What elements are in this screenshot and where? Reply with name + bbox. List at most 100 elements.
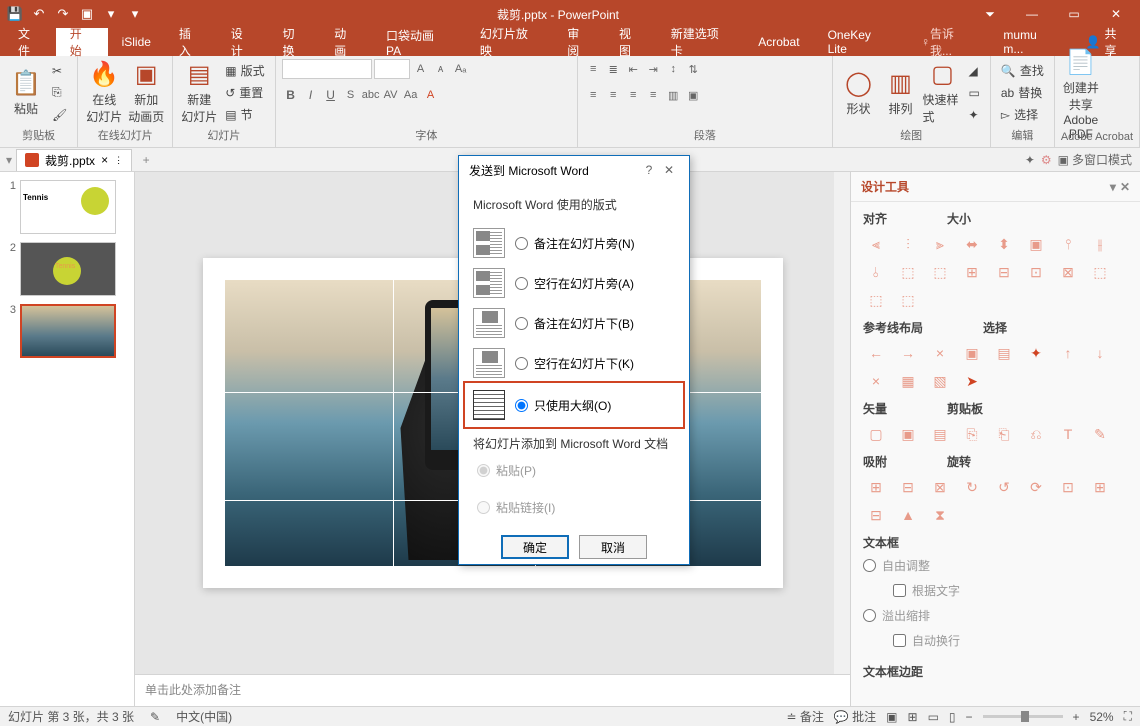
multiwindow-button[interactable]: ▣ 多窗口模式 <box>1058 151 1132 168</box>
gear-icon[interactable]: ⚙ <box>1041 153 1052 167</box>
select-icon[interactable]: ▧ <box>927 370 953 392</box>
vector-icon[interactable]: ▤ <box>927 423 953 445</box>
islide-extra-icon[interactable]: ✦ <box>1025 153 1035 167</box>
reset-button[interactable]: ↺ 重置 <box>221 83 268 103</box>
font-color-icon[interactable]: A <box>422 86 440 104</box>
font-size-input[interactable] <box>374 59 410 79</box>
guide-icon[interactable]: → <box>895 342 921 364</box>
tab-close-icon[interactable]: × <box>101 153 108 167</box>
snap-icon[interactable]: ⊡ <box>1055 476 1081 498</box>
guide-icon[interactable]: × <box>863 370 889 392</box>
zoom-in-icon[interactable]: + <box>1073 710 1080 724</box>
layout-option-blank-beside[interactable]: 空行在幻灯片旁(A) <box>473 263 675 303</box>
same-height-icon[interactable]: ⬍ <box>991 233 1017 255</box>
bullets-icon[interactable]: ≡ <box>584 60 602 78</box>
layout-button[interactable]: ▦ 版式 <box>221 61 268 81</box>
numbering-icon[interactable]: ≣ <box>604 60 622 78</box>
tab-insert[interactable]: 插入 <box>165 28 217 56</box>
paste-link-radio[interactable]: 粘贴链接(I) <box>477 499 555 516</box>
layout-option-notes-beside[interactable]: 备注在幻灯片旁(N) <box>473 223 675 263</box>
tab-newtab[interactable]: 新建选项卡 <box>657 28 744 56</box>
tab-animations[interactable]: 动画 <box>320 28 372 56</box>
columns-icon[interactable]: ▥ <box>664 86 682 104</box>
zoom-slider[interactable] <box>983 715 1063 718</box>
case-icon[interactable]: Aa <box>402 86 420 104</box>
grid-icon[interactable]: ⊞ <box>959 261 985 283</box>
tab-home[interactable]: 开始 <box>56 28 108 56</box>
shape-outline-icon[interactable]: ▭ <box>965 83 984 103</box>
align-ico[interactable]: ⬚ <box>895 289 921 311</box>
replace-button[interactable]: ab 替换 <box>997 83 1048 103</box>
textbox-overflow-radio[interactable]: 溢出缩排 <box>863 607 1128 624</box>
snap-icon[interactable]: ⊟ <box>895 476 921 498</box>
align-middle-icon[interactable]: ⫲ <box>1087 233 1113 255</box>
guide-icon[interactable]: ↑ <box>1055 342 1081 364</box>
underline-icon[interactable]: U <box>322 86 340 104</box>
tab-review[interactable]: 审阅 <box>553 28 605 56</box>
align-center-icon[interactable]: ≡ <box>604 86 622 104</box>
ok-button[interactable]: 确定 <box>501 535 569 559</box>
normal-view-icon[interactable]: ▣ <box>886 710 897 724</box>
create-pdf-button[interactable]: 📄创建并共享 Adobe PDF <box>1061 62 1101 128</box>
user-account[interactable]: mumu m... <box>989 28 1073 56</box>
shadow-icon[interactable]: abc <box>362 86 380 104</box>
layout-option-notes-below[interactable]: 备注在幻灯片下(B) <box>473 303 675 343</box>
panel-close-icon[interactable]: ✕ <box>1120 180 1130 194</box>
align-ico[interactable]: ⬚ <box>863 289 889 311</box>
smartart-icon[interactable]: ▣ <box>684 86 702 104</box>
rotate-icon[interactable]: ↺ <box>991 476 1017 498</box>
snap-icon[interactable]: ⊠ <box>927 476 953 498</box>
new-anim-button[interactable]: ▣新加 动画页 <box>126 60 166 126</box>
strike-icon[interactable]: S <box>342 86 360 104</box>
clear-format-icon[interactable]: Aₐ <box>452 60 470 78</box>
tab-file[interactable]: 文件 <box>4 28 56 56</box>
tell-me[interactable]: ♀ 告诉我... <box>907 28 989 56</box>
guide-icon[interactable]: ↓ <box>1087 342 1113 364</box>
tab-slideshow[interactable]: 幻灯片放映 <box>466 28 553 56</box>
clip-icon[interactable]: ⎘ <box>959 423 985 445</box>
tab-view[interactable]: 视图 <box>605 28 657 56</box>
snap-icon[interactable]: ⊟ <box>863 504 889 526</box>
dialog-help-icon[interactable]: ? <box>639 163 659 177</box>
align-right-icon[interactable]: ⫸ <box>927 233 953 255</box>
align-ico[interactable]: ⊡ <box>1023 261 1049 283</box>
thumbnail-2[interactable]: 2 Tennis <box>4 242 130 296</box>
align-bottom-icon[interactable]: ⫰ <box>863 261 889 283</box>
undo-icon[interactable]: ↶ <box>28 3 50 25</box>
shape-fill-icon[interactable]: ◢ <box>965 61 984 81</box>
qat-extra-icon[interactable]: ▾ <box>124 3 146 25</box>
clip-icon[interactable]: ⎌ <box>1023 423 1049 445</box>
rotate-icon[interactable]: ↻ <box>959 476 985 498</box>
dist-v-icon[interactable]: ⬚ <box>927 261 953 283</box>
select-button[interactable]: ▻ 选择 <box>997 105 1048 125</box>
bold-icon[interactable]: B <box>282 86 300 104</box>
new-slide-button[interactable]: ▤新建 幻灯片 <box>179 60 219 126</box>
layout-option-outline-only[interactable]: 只使用大纲(O) <box>467 385 681 425</box>
guide-icon[interactable]: × <box>927 342 953 364</box>
cancel-button[interactable]: 取消 <box>579 535 647 559</box>
tab-menu-icon[interactable]: ⋮ <box>114 155 123 166</box>
dialog-close-icon[interactable]: ✕ <box>659 163 679 177</box>
paste-radio[interactable]: 粘贴(P) <box>477 462 675 479</box>
thumbnail-3[interactable]: 3 <box>4 304 130 358</box>
clip-icon[interactable]: ⎗ <box>991 423 1017 445</box>
panel-menu-icon[interactable]: ▾ <box>1110 180 1116 194</box>
select-icon[interactable]: ▦ <box>895 370 921 392</box>
doc-tab-list-icon[interactable]: ▾ <box>6 153 12 167</box>
language-status[interactable]: 中文(中国) <box>176 708 232 725</box>
copy-button[interactable]: ⎘ <box>48 83 71 103</box>
vector-icon[interactable]: ✎ <box>1087 423 1113 445</box>
document-tab[interactable]: 裁剪.pptx × ⋮ <box>16 149 132 171</box>
linespace-icon[interactable]: ↕ <box>664 60 682 78</box>
notes-toggle[interactable]: ≐ 备注 <box>786 708 823 725</box>
shapes-button[interactable]: ◯形状 <box>839 60 879 126</box>
shape-effects-icon[interactable]: ✦ <box>965 105 984 125</box>
add-tab-button[interactable]: + <box>136 153 156 167</box>
align-top-icon[interactable]: ⫯ <box>1055 233 1081 255</box>
vector-icon[interactable]: T <box>1055 423 1081 445</box>
quickstyles-button[interactable]: ▢快速样式 <box>923 60 963 126</box>
save-icon[interactable]: 💾 <box>4 3 26 25</box>
paste-button[interactable]: 📋粘贴 <box>6 60 46 126</box>
cursor-icon[interactable]: ➤ <box>959 370 985 392</box>
zoom-level[interactable]: 52% <box>1090 710 1114 724</box>
